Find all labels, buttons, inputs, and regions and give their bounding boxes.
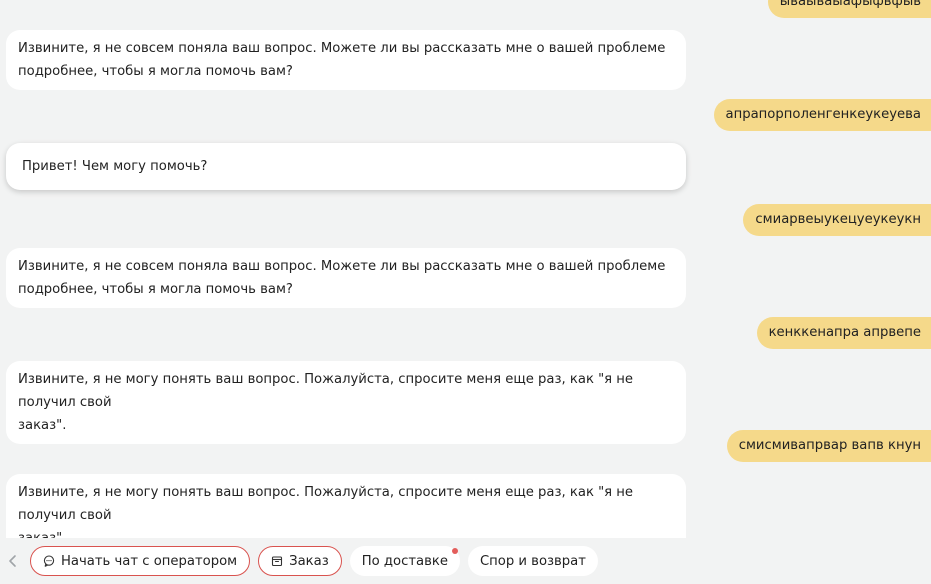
user-message: смиарвеыукецуеукеукн bbox=[743, 204, 931, 236]
bot-message: Извините, я не могу понять ваш вопрос. П… bbox=[6, 361, 686, 444]
bot-message-line: подробнее, чтобы я могла помочь вам? bbox=[18, 64, 293, 79]
user-message: апрапорполенгенкеукеуева bbox=[713, 99, 931, 131]
user-message-text: апрапорполенгенкеукеуева bbox=[725, 107, 921, 122]
bot-message-line: заказ". bbox=[18, 418, 67, 433]
bot-message-line: Извините, я не совсем поняла ваш вопрос.… bbox=[18, 41, 666, 56]
bot-message-line: Извините, я не совсем поняла ваш вопрос.… bbox=[18, 259, 666, 274]
box-icon bbox=[271, 555, 283, 567]
bot-message-line: Извините, я не могу понять ваш вопрос. П… bbox=[18, 372, 634, 410]
bot-message-line: Привет! Чем могу помочь? bbox=[22, 159, 208, 174]
chat-bubble-icon bbox=[43, 555, 55, 567]
delivery-label: По доставке bbox=[361, 553, 448, 569]
chevron-left-icon[interactable] bbox=[4, 554, 22, 568]
bot-message-line: подробнее, чтобы я могла помочь вам? bbox=[18, 282, 293, 297]
dispute-return-button[interactable]: Спор и возврат bbox=[467, 546, 598, 576]
bot-greeting-card: Привет! Чем могу помочь? bbox=[6, 143, 686, 190]
order-label: Заказ bbox=[289, 553, 329, 569]
bot-message: Извините, я не совсем поняла ваш вопрос.… bbox=[6, 248, 686, 308]
delivery-button[interactable]: По доставке bbox=[349, 546, 460, 576]
bot-message: Извините, я не могу понять ваш вопрос. П… bbox=[6, 474, 686, 538]
user-message: ываываыафыфвфыв bbox=[767, 0, 931, 18]
user-message-text: ываываыафыфвфыв bbox=[779, 0, 921, 9]
bot-message-line: заказ". bbox=[18, 527, 674, 538]
user-message-text: смисмивапрвар вапв кнун bbox=[738, 438, 921, 453]
user-message-text: кенккенапра апрвепе bbox=[768, 325, 921, 340]
user-message: смисмивапрвар вапв кнун bbox=[726, 430, 931, 462]
start-operator-chat-label: Начать чат с оператором bbox=[61, 553, 238, 569]
start-operator-chat-button[interactable]: Начать чат с оператором bbox=[30, 546, 251, 576]
order-button[interactable]: Заказ bbox=[258, 546, 342, 576]
bot-message: Извините, я не совсем поняла ваш вопрос.… bbox=[6, 30, 686, 90]
bot-message-line: Извините, я не могу понять ваш вопрос. П… bbox=[18, 485, 634, 523]
user-message: кенккенапра апрвепе bbox=[756, 317, 931, 349]
quick-replies-bar: Начать чат с оператором Заказ По доставк… bbox=[0, 538, 931, 584]
user-message-text: смиарвеыукецуеукеукн bbox=[755, 212, 921, 227]
notification-dot bbox=[451, 548, 458, 554]
chat-message-list[interactable]: ываываыафыфвфыв Извините, я не совсем по… bbox=[0, 0, 931, 538]
dispute-return-label: Спор и возврат bbox=[479, 553, 586, 569]
